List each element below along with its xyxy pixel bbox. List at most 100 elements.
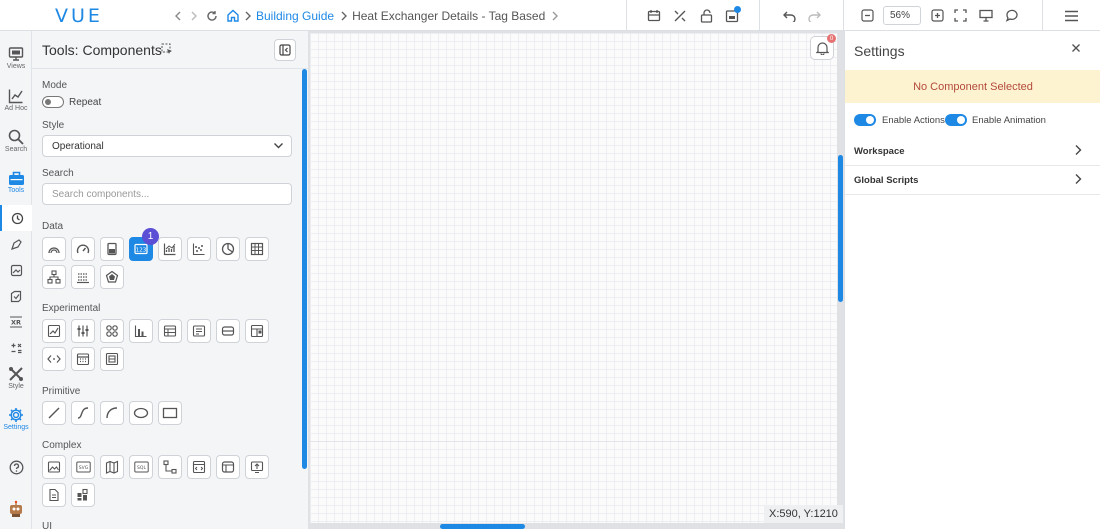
image-icon[interactable] [42, 455, 66, 479]
pie-chart-icon[interactable] [216, 237, 240, 261]
tool-math-icon[interactable] [0, 335, 32, 361]
breadcrumb-link[interactable]: Building Guide [256, 9, 334, 23]
rail-item-views[interactable]: Views [0, 46, 32, 70]
save-icon[interactable] [719, 0, 745, 31]
rail-item-search[interactable]: Search [0, 129, 32, 153]
radar-icon[interactable] [100, 265, 124, 289]
curve-shape-icon[interactable] [71, 401, 95, 425]
rail-item-settings[interactable]: Settings [0, 407, 32, 431]
hamburger-menu-icon[interactable] [1059, 0, 1085, 31]
search-label: Search [42, 168, 74, 179]
value-display-icon[interactable]: 123 1 [129, 228, 159, 261]
trend-chart-icon[interactable] [158, 237, 182, 261]
arc-shape-icon[interactable] [100, 401, 124, 425]
data-components-row-2 [42, 265, 124, 289]
pointer-select-icon[interactable] [161, 43, 173, 55]
tools-icon[interactable] [667, 0, 693, 31]
tool-pen-icon[interactable] [0, 231, 32, 257]
workspace-row[interactable]: Workspace [845, 137, 1100, 166]
rail-item-style[interactable]: Style [0, 366, 32, 390]
nodes-icon[interactable] [100, 319, 124, 343]
hierarchy-icon[interactable] [42, 265, 66, 289]
complex-components-row-2 [42, 483, 95, 507]
rail-item-tools[interactable]: Tools [0, 170, 32, 194]
close-icon[interactable] [1071, 43, 1081, 53]
calendar-grid-icon[interactable] [71, 347, 95, 371]
ellipse-shape-icon[interactable] [129, 401, 153, 425]
experimental-components-row-1 [42, 319, 269, 343]
tool-xr-icon[interactable]: XR [0, 309, 32, 335]
toolbox-icon [8, 171, 24, 185]
zoom-input[interactable]: 56% [883, 6, 921, 25]
search-components-input[interactable] [42, 183, 292, 205]
zoom-in-icon[interactable] [927, 0, 947, 31]
collapse-panel-button[interactable] [274, 39, 296, 61]
svg-file-icon[interactable]: SVG [71, 455, 95, 479]
widget-grid-icon[interactable] [71, 483, 95, 507]
tool-image-icon[interactable] [0, 257, 32, 283]
redo-icon[interactable] [802, 0, 828, 31]
forward-icon[interactable] [186, 0, 202, 31]
robot-avatar-icon[interactable] [0, 496, 32, 522]
design-canvas[interactable] [310, 33, 837, 523]
zoom-out-icon[interactable] [857, 0, 877, 31]
scatter-icon[interactable] [187, 237, 211, 261]
flow-icon[interactable] [158, 455, 182, 479]
table-grid-icon[interactable] [245, 237, 269, 261]
repeat-toggle[interactable] [42, 96, 64, 108]
upload-screen-icon[interactable] [245, 455, 269, 479]
speedometer-icon[interactable] [71, 237, 95, 261]
enable-animation-toggle[interactable] [945, 114, 967, 126]
help-icon[interactable] [0, 455, 32, 479]
code-embed-icon[interactable] [42, 347, 66, 371]
line-chart-icon[interactable] [42, 319, 66, 343]
bar-chart-icon[interactable] [129, 319, 153, 343]
chart-line-icon [8, 89, 23, 104]
notifications-button[interactable]: 0 [810, 34, 836, 60]
canvas-horizontal-scrollbar[interactable] [440, 524, 525, 529]
enable-actions-toggle[interactable] [854, 114, 876, 126]
refresh-icon[interactable] [202, 0, 222, 31]
map-icon[interactable] [100, 455, 124, 479]
app-logo[interactable]: VUE [55, 5, 103, 27]
global-scripts-row[interactable]: Global Scripts [845, 166, 1100, 195]
chat-icon[interactable] [999, 0, 1025, 31]
sql-query-icon[interactable]: SQL [129, 455, 153, 479]
rectangle-shape-icon[interactable] [158, 401, 182, 425]
svg-text:SVG: SVG [78, 465, 88, 471]
back-icon[interactable] [170, 0, 186, 31]
rail-label: Search [4, 146, 28, 153]
fit-screen-icon[interactable] [947, 0, 973, 31]
arc-gauge-icon[interactable] [42, 237, 66, 261]
card-icon[interactable] [216, 319, 240, 343]
canvas-vertical-scrollbar[interactable] [838, 155, 843, 302]
embed-code-icon[interactable] [187, 455, 211, 479]
sliders-icon[interactable] [71, 319, 95, 343]
top-bar: VUE Building Guide Heat Exchanger Detail… [0, 0, 1100, 31]
tool-components-icon[interactable] [0, 205, 32, 231]
tools-scrollbar[interactable] [302, 69, 307, 469]
rail-label: Ad Hoc [4, 105, 28, 112]
calendar-icon[interactable] [641, 0, 667, 31]
data-grid-icon[interactable] [158, 319, 182, 343]
form-icon[interactable] [187, 319, 211, 343]
container-icon[interactable] [100, 347, 124, 371]
section-ui: UI [42, 521, 52, 529]
dashboard-layout-icon[interactable] [245, 319, 269, 343]
style-select[interactable]: Operational [42, 135, 292, 157]
home-icon[interactable] [222, 0, 244, 31]
primitive-components-row [42, 401, 182, 425]
window-frame-icon[interactable] [216, 455, 240, 479]
style-label: Style [42, 120, 65, 131]
heatmap-icon[interactable] [71, 265, 95, 289]
canvas-page-boundary [310, 441, 837, 442]
document-icon[interactable] [42, 483, 66, 507]
rail-item-adhoc[interactable]: Ad Hoc [0, 88, 32, 112]
unlock-icon[interactable] [693, 0, 719, 31]
presentation-icon[interactable] [973, 0, 999, 31]
complex-components-row-1: SVG SQL [42, 455, 269, 479]
tool-tag-icon[interactable] [0, 283, 32, 309]
undo-icon[interactable] [776, 0, 802, 31]
line-shape-icon[interactable] [42, 401, 66, 425]
tank-icon[interactable] [100, 237, 124, 261]
